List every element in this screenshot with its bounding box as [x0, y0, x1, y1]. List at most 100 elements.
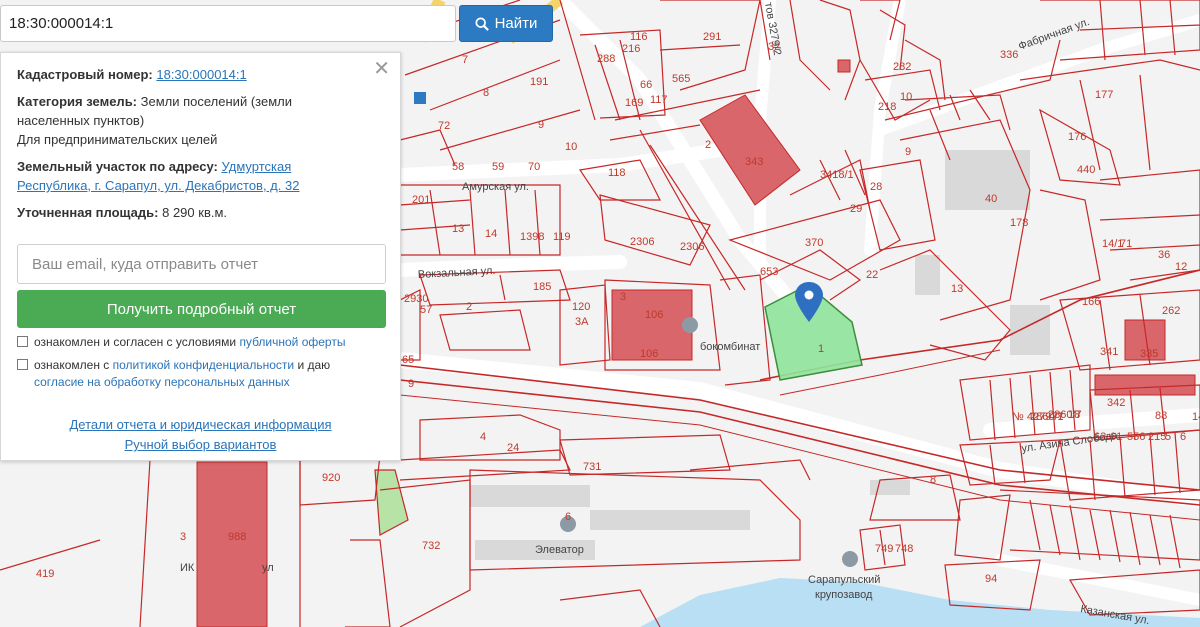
parcel-number-label: 2	[466, 301, 472, 313]
address-link-1[interactable]: Удмуртская	[221, 159, 291, 174]
address-label: Земельный участок по адресу:	[17, 159, 218, 174]
parcel-number-label: 13	[452, 223, 464, 235]
parcel-number-label: 556	[1127, 431, 1145, 443]
close-icon[interactable]: ✕	[373, 59, 390, 79]
parcel-number-label: 7	[462, 54, 468, 66]
parcel-number-label: 2	[705, 139, 711, 151]
poi-label: крупозавод	[815, 589, 873, 601]
parcel-number-label: 185	[533, 281, 551, 293]
offer-text: ознакомлен и согласен с условиями	[34, 335, 240, 349]
parcel-number-label: 57	[420, 304, 432, 316]
parcel-number-label: 28	[870, 181, 882, 193]
search-box[interactable]	[0, 5, 456, 42]
parcel-number-label: 262	[1162, 305, 1180, 317]
privacy-text: ознакомлен с	[34, 358, 113, 372]
area-value: 8 290 кв.м.	[162, 205, 228, 220]
search-button[interactable]: Найти	[459, 5, 553, 42]
parcel-number-label: 62	[1094, 431, 1106, 443]
address-link-2[interactable]: Республика, г. Сарапул, ул. Декабристов,…	[17, 178, 299, 193]
category-label: Категория земель:	[17, 94, 138, 109]
parcel-number-label: 58	[452, 161, 464, 173]
parcel-number-label: 343	[745, 156, 763, 168]
public-offer-link[interactable]: публичной оферты	[239, 335, 345, 349]
privacy-text-2: и даю	[294, 358, 331, 372]
parcel-number-label: 9	[905, 146, 911, 158]
search-button-label: Найти	[494, 15, 538, 32]
parcel-number-label: 370	[805, 237, 823, 249]
parcel-number-label: 749	[875, 543, 893, 555]
parcel-number-label: 117	[650, 94, 668, 106]
parcel-number-label: 988	[228, 531, 246, 543]
manual-selection-link[interactable]: Ручной выбор вариантов	[125, 437, 277, 452]
parcel-number-label: 36	[1158, 249, 1170, 261]
parcel-number-label: 65	[402, 354, 414, 366]
category-value-3: Для предпринимательских целей	[17, 132, 218, 147]
parcel-number-label: 24	[507, 442, 519, 454]
parcel-number-label: 288	[597, 53, 615, 65]
parcel-number-label: 440	[1077, 164, 1095, 176]
panel-footer-links: Детали отчета и юридическая информация Р…	[1, 415, 400, 455]
parcel-number-label: 94	[985, 573, 997, 585]
parcel-number-label: 336	[1000, 49, 1018, 61]
parcel-number-label: 106	[640, 348, 658, 360]
parcel-number-label: 12	[1175, 261, 1187, 273]
parcel-number-label: 176	[1068, 131, 1086, 143]
parcel-number-label: 10	[565, 141, 577, 153]
privacy-consent: ознакомлен с политикой конфиденциальност…	[17, 357, 384, 391]
privacy-policy-link[interactable]: политикой конфиденциальности	[113, 358, 294, 372]
offer-consent-text: ознакомлен и согласен с условиями публич…	[34, 334, 345, 351]
parcel-number-label: 419	[36, 568, 54, 580]
parcel-number-label: 66	[640, 79, 652, 91]
cadastral-number-link[interactable]: 18:30:000014:1	[156, 67, 246, 82]
parcel-number-label: 201	[412, 194, 430, 206]
parcel-number-label: 8	[483, 87, 489, 99]
parcel-number-label: 22	[866, 269, 878, 281]
parcel-number-label: 342	[1107, 397, 1125, 409]
parcel-number-label: 169	[625, 97, 643, 109]
get-report-button[interactable]: Получить подробный отчет	[17, 290, 386, 328]
report-details-link[interactable]: Детали отчета и юридическая информация	[69, 417, 331, 432]
privacy-checkbox[interactable]	[17, 359, 28, 370]
offer-checkbox[interactable]	[17, 336, 28, 347]
parcel-number-label: 341	[1100, 346, 1118, 358]
parcel-number-label: 23	[0, 0, 12, 3]
poi-label: Элеватор	[535, 544, 584, 556]
parcel-number-label: 146/X	[1192, 411, 1200, 423]
parcel-number-label: 653	[760, 266, 778, 278]
parcel-number-label: 119	[553, 231, 571, 243]
parcel-number-label: 3	[180, 531, 186, 543]
parcel-number-label: 9	[408, 378, 414, 390]
offer-consent: ознакомлен и согласен с условиями публич…	[17, 334, 384, 351]
parcel-number-label: 88	[1155, 410, 1167, 422]
parcel-number-label: 291	[703, 31, 721, 43]
parcel-number-label: 70	[528, 161, 540, 173]
parcel-number-label: 116	[630, 31, 648, 43]
privacy-consent-text: ознакомлен с политикой конфиденциальност…	[34, 357, 330, 391]
parcel-number-label: 59	[492, 161, 504, 173]
parcel-number-label: 18	[1068, 409, 1080, 421]
parcel-number-label: 118	[608, 167, 626, 179]
parcel-number-label: 335	[1140, 348, 1158, 360]
cadastral-row: Кадастровый номер: 18:30:000014:1	[17, 65, 384, 84]
search-icon	[475, 16, 489, 31]
parcel-number-label: 72	[438, 120, 450, 132]
search-input[interactable]	[1, 6, 455, 41]
parcel-number-label: 282	[893, 61, 911, 73]
parcel-number-label: 920	[322, 472, 340, 484]
category-value-1: Земли поселений (земли	[140, 94, 292, 109]
parcel-info-panel: ✕ Кадастровый номер: 18:30:000014:1 Кате…	[0, 52, 401, 461]
parcel-number-label: 731	[583, 461, 601, 473]
parcel-number-label: 40	[985, 193, 997, 205]
parcel-number-label: 1398	[520, 231, 544, 243]
street-label: ИК	[180, 562, 195, 574]
parcel-number-label: 166	[1082, 296, 1100, 308]
parcel-number-label: 218	[878, 101, 896, 113]
category-row: Категория земель: Земли поселений (земли…	[17, 92, 384, 149]
email-field[interactable]	[17, 244, 386, 284]
area-row: Уточненная площадь: 8 290 кв.м.	[17, 203, 384, 222]
parcel-number-label: 3А	[575, 316, 589, 328]
parcel-number-label: 215	[1148, 431, 1166, 443]
parcel-number-label: 3	[620, 291, 626, 303]
data-processing-link[interactable]: согласие на обработку персональных данны…	[34, 375, 290, 389]
parcel-number-label: 29	[850, 203, 862, 215]
